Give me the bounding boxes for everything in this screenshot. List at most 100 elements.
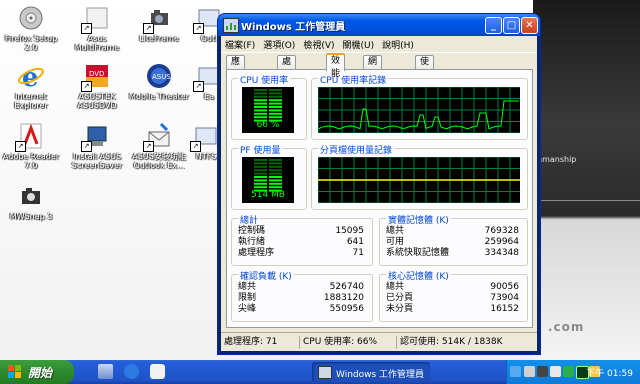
window-title: Windows 工作管理員 [241,22,346,33]
pf-history-title: 分頁檔使用量記錄 [318,143,395,156]
minimize-button[interactable]: _ [485,17,502,34]
tray-app-icon[interactable] [537,366,548,377]
title-bar[interactable]: Windows 工作管理員 _ □ ✕ [218,14,540,36]
stat-label: 控制碼 [238,226,266,236]
tray-app-icon[interactable] [563,366,574,377]
stat-label: 總共 [386,282,405,292]
physical-memory-rows: 總共 769328 可用 259964 系統快取記憶體 334348 [386,226,519,259]
stat-value: 15095 [335,226,364,236]
stat-label: 未分頁 [386,304,414,314]
taskbar-task-manager-button[interactable]: Windows 工作管理員 [312,362,430,382]
taskbar: 開始 Windows 工作管理員 下午 01:59 [0,360,640,384]
task-manager-icon [318,366,332,379]
clock: 下午 01:59 [586,369,633,379]
performance-panel: CPU 使用率 66 % CPU 使用率記錄 PF 使用量 514 MB 分頁檔… [226,69,533,328]
stat-row: 限制 1883120 [238,293,364,304]
stat-row: 可用 259964 [386,237,519,248]
cpu-history-group: CPU 使用率記錄 [311,73,528,140]
stat-label: 執行緒 [238,237,266,247]
desktop-icon-label: Firefox Setup 2.0 [4,34,58,52]
stat-value: 259964 [484,237,519,247]
stat-label: 已分頁 [386,293,414,303]
desktop-icon-label: ASUSTEK ASUSDVD [77,92,117,110]
stat-row: 總共 90056 [386,282,519,293]
desktop-icon-firefox-setup[interactable]: Firefox Setup 2.0 [0,4,62,52]
totals-rows: 控制碼 15095 執行緒 641 處理程序 71 [238,226,364,259]
stat-value: 71 [352,248,364,258]
outlook-express-icon: ↗ [143,122,173,152]
menu-help[interactable]: 說明(H) [378,36,418,51]
adobe-reader-icon: ↗ [15,122,45,152]
desktop-icon-label: Adobe Reader 7.0 [2,152,60,170]
stat-value: 1883120 [323,293,364,303]
menu-shutdown[interactable]: 關機(U) [339,36,379,51]
physical-memory-title: 實體記憶體 (K) [386,213,451,226]
desktop-icon-internet-explorer[interactable]: e Internet Explorer [0,62,62,110]
desktop-icon-liteframe[interactable]: ↗ LiteFrame [128,4,190,43]
stat-value: 526740 [329,282,364,292]
stat-row: 未分頁 16152 [386,304,519,315]
desktop-icon-asusdvd[interactable]: DVD ↗ ASUSTEK ASUSDVD [66,62,128,110]
menu-view[interactable]: 檢視(V) [299,36,338,51]
svg-text:DVD: DVD [89,70,104,78]
pf-usage-title: PF 使用量 [238,143,283,156]
shortcut-icon: ↗ [81,4,111,34]
pf-usage-meter: 514 MB [242,157,294,203]
stat-label: 可用 [386,237,405,247]
installer-icon: ↗ [81,122,111,152]
kernel-memory-rows: 總共 90056 已分頁 73904 未分頁 16152 [386,282,519,315]
maximize-button[interactable]: □ [503,17,520,34]
svg-text:ASUS: ASUS [152,73,171,81]
desktop-icon-mobile-theater[interactable]: ASUS Mobile Theater [128,62,190,101]
tray-app-icon[interactable] [550,366,561,377]
pf-usage-group: PF 使用量 514 MB [231,143,307,210]
camera-icon [17,182,45,210]
svg-text:e: e [22,63,39,90]
pf-history-group: 分頁檔使用量記錄 [311,143,528,210]
tab-networking[interactable]: 網路功能 [363,55,383,106]
task-manager-window: Windows 工作管理員 _ □ ✕ 檔案(F) 選項(O) 檢視(V) 關機(U)… [218,14,540,354]
desktop: nmanship .com Firefox Setup 2.0 ↗ Asus M… [0,0,640,360]
stat-row: 尖峰 550956 [238,304,364,315]
desktop-icon-asus-multiframe[interactable]: ↗ Asus MultiFrame [66,4,128,52]
stat-row: 總共 526740 [238,282,364,293]
tray-network-icon[interactable] [524,366,535,377]
quicklaunch-ie-icon[interactable] [124,364,139,379]
desktop-icon-asus-screensaver[interactable]: ↗ Install ASUS ScreenSaver [66,122,128,170]
quicklaunch-media-icon[interactable] [150,364,165,379]
stat-label: 尖峰 [238,304,257,314]
menu-options[interactable]: 選項(O) [259,36,299,51]
close-button[interactable]: ✕ [521,17,538,34]
tray-arrow-icon[interactable] [510,366,521,377]
tab-performance[interactable]: 效能 [326,53,346,79]
desktop-icon-label: Mobile Theater [129,92,189,101]
stat-value: 334348 [484,248,519,258]
dvd-icon: DVD ↗ [81,62,111,92]
quicklaunch-show-desktop-icon[interactable] [98,364,113,379]
stat-label: 系統快取記憶體 [386,248,450,258]
camera-icon: ↗ [143,4,173,34]
desktop-icon-mwsnap[interactable]: MWSnap 3 [0,182,62,221]
system-tray: 下午 01:59 [506,360,640,384]
cpu-history-graph [318,87,520,133]
tab-users[interactable]: 使用者 [415,55,435,93]
desktop-icon-outlook-express[interactable]: ↗ ASUS安裝功能 Outlook Ex... [128,122,190,170]
desktop-icon-label: MWSnap 3 [9,212,53,221]
desktop-icon-adobe-reader[interactable]: ↗ Adobe Reader 7.0 [0,122,62,170]
windows-flag-icon [8,365,22,379]
stat-value: 550956 [329,304,364,314]
stat-row: 處理程序 71 [238,248,364,259]
status-processes: 處理程序: 71 [224,337,278,347]
tab-processes[interactable]: 處理程序 [277,55,297,106]
kernel-memory-title: 核心記憶體 (K) [386,269,451,282]
desktop-icon-label: ASUS安裝功能 Outlook Ex... [132,152,186,170]
start-button[interactable]: 開始 [0,360,74,384]
stat-value: 769328 [484,226,519,236]
status-commit: 認可使用: 514K / 1838K [396,336,503,349]
stat-value: 90056 [490,282,519,292]
tab-applications[interactable]: 應用程式 [226,55,246,106]
stat-row: 執行緒 641 [238,237,364,248]
cpu-usage-group: CPU 使用率 66 % [231,73,307,140]
stat-label: 總共 [386,226,405,236]
menu-file[interactable]: 檔案(F) [221,36,259,51]
